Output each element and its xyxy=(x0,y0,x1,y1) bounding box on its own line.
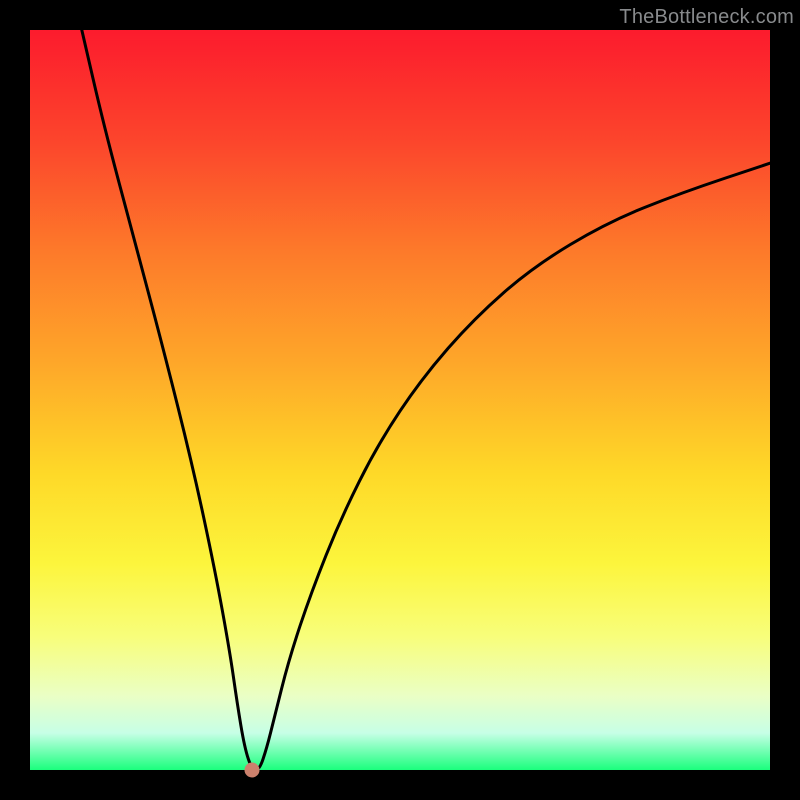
bottleneck-curve-path xyxy=(82,30,770,770)
chart-container: TheBottleneck.com xyxy=(0,0,800,800)
curve-svg xyxy=(30,30,770,770)
attribution-label: TheBottleneck.com xyxy=(619,6,794,29)
plot-area xyxy=(30,30,770,770)
minimum-marker xyxy=(245,763,260,778)
